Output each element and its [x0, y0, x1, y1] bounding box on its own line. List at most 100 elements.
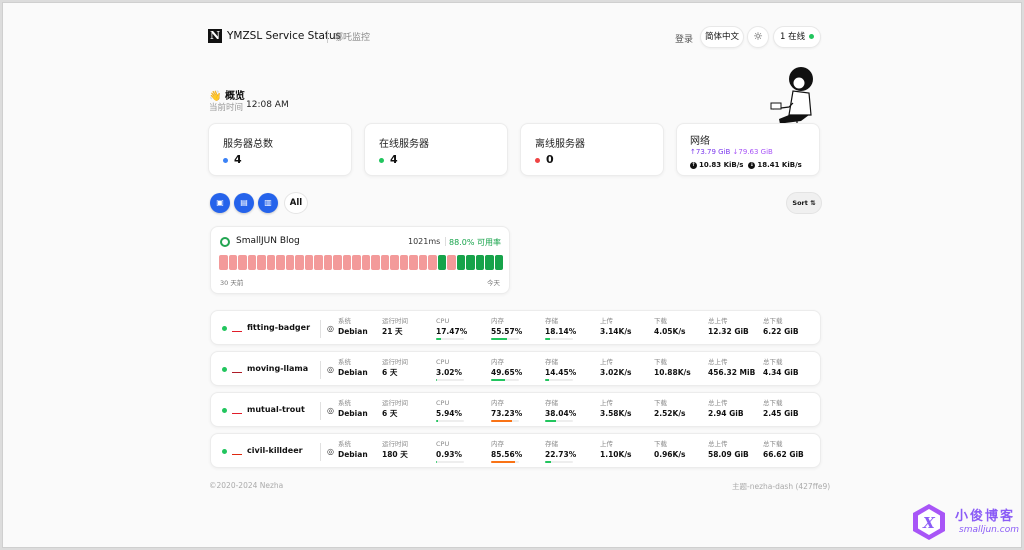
- server-row[interactable]: fitting-badger ◎ 系统 Debian 运行时间 21 天 CPU 17.47%…: [210, 310, 821, 345]
- range-end-label: 今天: [487, 279, 500, 287]
- server-name[interactable]: moving-llama: [247, 364, 308, 373]
- blue-dot-icon: [223, 157, 228, 163]
- tdown-column: 总下载 2.45 GiB: [763, 399, 799, 419]
- uptime-day-bar[interactable]: [285, 255, 294, 270]
- mem-column: 内存 49.65%: [491, 358, 522, 381]
- uptime-day-bar[interactable]: [238, 255, 247, 270]
- online-servers-label: 在线服务器: [379, 139, 429, 150]
- cpu-label: CPU: [436, 399, 450, 407]
- server-name[interactable]: fitting-badger: [247, 323, 310, 332]
- disk-label: 存储: [545, 399, 558, 407]
- cpu-column: CPU 0.93%: [436, 440, 464, 463]
- cpu-value: 0.93%: [436, 450, 463, 459]
- online-servers-card[interactable]: 在线服务器 4: [364, 123, 508, 176]
- page: N YMZSL Service Status 哪吒监控 登录 简体中文 ☼ 1 …: [2, 2, 1022, 548]
- uptime-day-bar[interactable]: [409, 255, 418, 270]
- uptime-day-bar[interactable]: [304, 255, 313, 270]
- sun-icon[interactable]: ☼: [747, 26, 769, 48]
- uptime-day-bar[interactable]: [418, 255, 427, 270]
- uptime-label: 运行时间: [382, 399, 408, 407]
- watermark-title: 小俊博客: [955, 509, 1016, 524]
- disk-value: 14.45%: [545, 368, 577, 377]
- language-button[interactable]: 简体中文: [700, 26, 744, 48]
- monitor-card[interactable]: SmallJUN Blog 1021ms 88.0% 可用率 30 天前 今天: [210, 226, 510, 294]
- mem-value: 73.23%: [491, 409, 523, 418]
- cpu-label: CPU: [436, 358, 450, 366]
- server-row[interactable]: mutual-trout ◎ 系统 Debian 运行时间 6 天 CPU 5.94% 内存 73…: [210, 392, 821, 427]
- divider: [320, 320, 321, 338]
- online-dot-icon: [222, 449, 227, 454]
- server-name[interactable]: mutual-trout: [247, 405, 305, 414]
- mem-usage-fill: [491, 338, 507, 340]
- down-value: 10.88K/s: [654, 368, 691, 377]
- tup-label: 总上传: [708, 358, 728, 366]
- uptime-day-bar[interactable]: [466, 255, 475, 270]
- cpu-usage-fill: [436, 338, 441, 340]
- down-label: 下载: [654, 317, 667, 325]
- server-row[interactable]: moving-llama ◎ 系统 Debian 运行时间 6 天 CPU 3.02% 内存 49…: [210, 351, 821, 386]
- uptime-day-bar[interactable]: [352, 255, 361, 270]
- uptime-day-bar[interactable]: [399, 255, 408, 270]
- server-name[interactable]: civil-killdeer: [247, 446, 303, 455]
- columns-icon[interactable]: ▥: [258, 193, 278, 213]
- up-label: 上传: [600, 358, 613, 366]
- uptime-day-bar[interactable]: [361, 255, 370, 270]
- watermark-logo-icon: X: [913, 504, 945, 540]
- uptime-day-bar[interactable]: [342, 255, 351, 270]
- server-row[interactable]: civil-killdeer ◎ 系统 Debian 运行时间 180 天 CPU 0.93%…: [210, 433, 821, 468]
- uptime-day-bar[interactable]: [447, 255, 456, 270]
- disk-usage-bar: [545, 379, 573, 381]
- chart-icon[interactable]: ▤: [234, 193, 254, 213]
- mem-usage-bar: [491, 461, 519, 463]
- os-label: 系统: [338, 399, 351, 407]
- server-icon[interactable]: ▣: [210, 193, 230, 213]
- down-column: 下载 2.52K/s: [654, 399, 686, 419]
- uptime-day-bar[interactable]: [314, 255, 323, 270]
- online-dot-icon: [222, 367, 227, 372]
- disk-label: 存储: [545, 440, 558, 448]
- total-servers-label: 服务器总数: [223, 139, 273, 150]
- tup-label: 总上传: [708, 399, 728, 407]
- tdown-label: 总下载: [763, 440, 783, 448]
- sort-button[interactable]: Sort ⇅: [786, 192, 822, 214]
- down-label: 下载: [654, 358, 667, 366]
- uptime-day-bar[interactable]: [276, 255, 285, 270]
- disk-usage-fill: [545, 461, 552, 463]
- logo-icon[interactable]: N: [208, 29, 222, 43]
- up-label: 上传: [600, 440, 613, 448]
- divider: [320, 443, 321, 461]
- mem-usage-bar: [491, 420, 519, 422]
- download-total: ↓79.63 GiB: [732, 148, 773, 156]
- uptime-day-bar[interactable]: [380, 255, 389, 270]
- uptime-day-bar[interactable]: [475, 255, 484, 270]
- os-value: Debian: [338, 368, 368, 377]
- uptime-day-bar[interactable]: [228, 255, 237, 270]
- uptime-day-bar[interactable]: [494, 255, 503, 270]
- uptime-day-bar[interactable]: [247, 255, 256, 270]
- uptime-day-bar[interactable]: [371, 255, 380, 270]
- offline-servers-label: 离线服务器: [535, 139, 585, 150]
- login-link[interactable]: 登录: [675, 32, 693, 45]
- uptime-day-bar[interactable]: [485, 255, 494, 270]
- uptime-day-bar[interactable]: [295, 255, 304, 270]
- disk-usage-fill: [545, 420, 556, 422]
- uptime-day-bar[interactable]: [266, 255, 275, 270]
- uptime-day-bar[interactable]: [219, 255, 228, 270]
- online-dot-icon: [222, 326, 227, 331]
- site-title[interactable]: YMZSL Service Status: [227, 30, 341, 42]
- filter-all-button[interactable]: All: [284, 192, 308, 214]
- uptime-day-bar[interactable]: [390, 255, 399, 270]
- offline-servers-card[interactable]: 离线服务器 0: [520, 123, 664, 176]
- up-label: 上传: [600, 317, 613, 325]
- uptime-day-bar[interactable]: [428, 255, 437, 270]
- uptime-day-bar[interactable]: [257, 255, 266, 270]
- uptime-day-bar[interactable]: [456, 255, 465, 270]
- uptime-day-bar[interactable]: [323, 255, 332, 270]
- uptime-day-bar[interactable]: [437, 255, 446, 270]
- cpu-label: CPU: [436, 317, 450, 325]
- monitor-name: SmallJUN Blog: [236, 236, 300, 246]
- total-servers-value-row: 4: [223, 153, 242, 166]
- uptime-value: 180 天: [382, 450, 408, 459]
- uptime-day-bar[interactable]: [333, 255, 342, 270]
- down-column: 下载 10.88K/s: [654, 358, 691, 378]
